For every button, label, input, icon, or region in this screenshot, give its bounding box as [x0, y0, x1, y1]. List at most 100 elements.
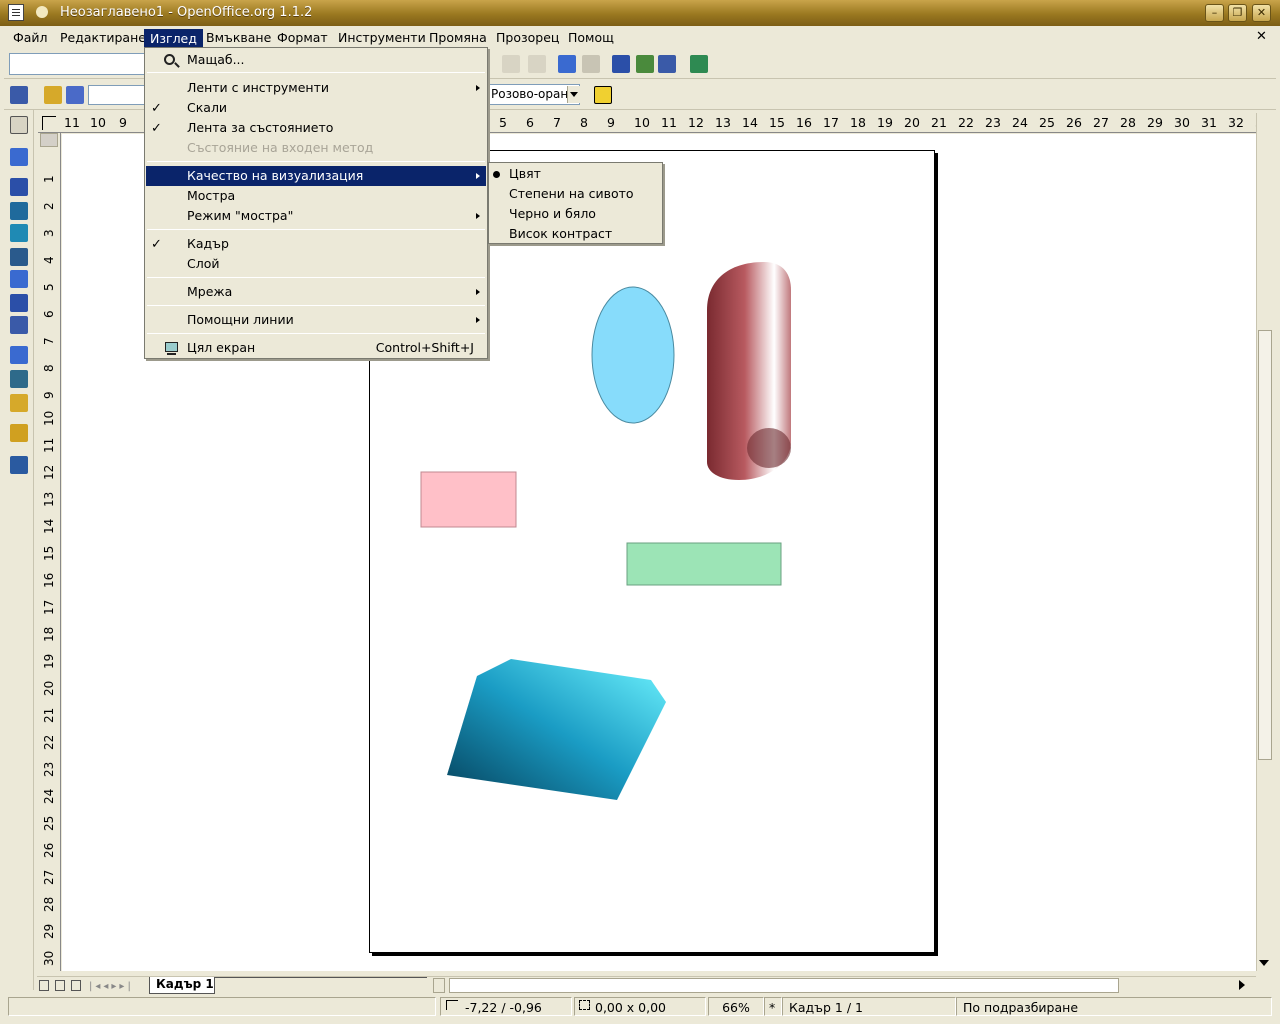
connector-icon[interactable] [10, 316, 28, 334]
vertical-scroll-thumb[interactable] [1258, 330, 1272, 760]
menu-item-black-white[interactable]: Черно и бяло [490, 204, 661, 224]
rotate-icon[interactable] [10, 346, 28, 364]
zoom-tool-icon[interactable] [10, 148, 28, 166]
ruler-tick: 18 [850, 115, 866, 130]
minimize-button[interactable]: – [1205, 4, 1224, 22]
alignment-icon[interactable] [10, 370, 28, 388]
menu-item-label: Степени на сивото [509, 186, 634, 201]
menu-file[interactable]: Файл [8, 29, 53, 47]
ruler-tick: 12 [688, 115, 704, 130]
ruler-tick: 22 [42, 734, 56, 750]
ellipse-shape[interactable] [591, 286, 675, 424]
scroll-left-icon[interactable] [433, 978, 445, 993]
ruler-tick: 23 [42, 761, 56, 777]
menu-item-preview-mode[interactable]: Режим "мостра" [146, 206, 486, 226]
tab-slide-1[interactable]: Кадър 1 [149, 977, 215, 994]
document-close-button[interactable]: ✕ [1256, 29, 1267, 44]
3d-objects-icon[interactable] [10, 248, 28, 266]
curve-tool-icon[interactable] [10, 270, 28, 288]
ruler-tick: 21 [42, 707, 56, 723]
drawing-view-icon[interactable] [39, 980, 49, 991]
menu-item-snap-lines[interactable]: Помощни линии [146, 310, 486, 330]
green-rectangle-shape[interactable] [626, 542, 782, 586]
menu-item-toolbars[interactable]: Ленти с инструменти [146, 78, 486, 98]
menu-item-zoom[interactable]: Мащаб... [146, 50, 486, 70]
url-field[interactable] [9, 53, 149, 75]
arrow-style-icon[interactable] [66, 86, 84, 104]
menu-window[interactable]: Прозорец [491, 29, 564, 47]
ruler-tick: 27 [42, 869, 56, 885]
ruler-tick: 23 [985, 115, 1001, 130]
cube-shape[interactable] [447, 659, 666, 800]
undo-icon[interactable] [558, 55, 576, 73]
submenu-arrow-icon [476, 317, 480, 323]
ruler-tick: 5 [42, 283, 56, 291]
pink-rectangle-shape[interactable] [420, 471, 517, 528]
ruler-tick: 28 [1120, 115, 1136, 130]
navigator-icon[interactable] [612, 55, 630, 73]
menu-view[interactable]: Изглед [144, 29, 203, 47]
tab-label: Кадър 1 [156, 977, 214, 991]
select-arrow-icon[interactable] [10, 116, 28, 134]
ruler-tick: 26 [1066, 115, 1082, 130]
stylist-icon[interactable] [636, 55, 654, 73]
layout-value: По подразбиране [963, 1000, 1079, 1015]
3d-controller-icon[interactable] [10, 456, 28, 474]
redo-icon[interactable] [582, 55, 600, 73]
menu-item-full-screen[interactable]: Цял екран Control+Shift+J [146, 338, 486, 358]
text-tool-icon[interactable] [10, 178, 28, 196]
ruler-tick: 11 [42, 437, 56, 453]
line-style-select[interactable] [88, 85, 150, 105]
notes-view-icon[interactable] [71, 980, 81, 991]
menu-item-color[interactable]: Цвят [490, 164, 661, 184]
menu-format[interactable]: Формат [272, 29, 333, 47]
submenu-arrow-icon [476, 213, 480, 219]
ruler-tick: 17 [823, 115, 839, 130]
scroll-down-icon[interactable] [1259, 960, 1269, 966]
ruler-tick: 21 [931, 115, 947, 130]
status-zoom[interactable]: 66% [708, 997, 764, 1016]
menu-help[interactable]: Помощ [563, 29, 619, 47]
edit-points-icon[interactable] [10, 86, 28, 104]
gallery-icon[interactable] [658, 55, 676, 73]
lines-arrows-icon[interactable] [10, 294, 28, 312]
line-icon[interactable] [44, 86, 62, 104]
menu-insert[interactable]: Вмъкване [201, 29, 276, 47]
status-bar: -7,22 / -0,96 0,00 x 0,00 66% * Кадър 1 … [4, 995, 1276, 1017]
arrange-icon[interactable] [10, 394, 28, 412]
copy-icon[interactable] [502, 55, 520, 73]
menu-item-preview[interactable]: Мостра [146, 186, 486, 206]
menu-item-high-contrast[interactable]: Висок контраст [490, 224, 661, 244]
effects-icon[interactable] [10, 424, 28, 442]
menu-item-label: Мащаб... [187, 52, 245, 67]
outline-view-icon[interactable] [55, 980, 65, 991]
ellipse-tool-icon[interactable] [10, 224, 28, 242]
menu-item-grayscale[interactable]: Степени на сивото [490, 184, 661, 204]
menu-item-input-method-status: Състояние на входен метод [146, 138, 486, 158]
menu-item-shortcut: Control+Shift+J [375, 340, 474, 355]
menu-separator [147, 305, 485, 306]
ruler-tick: 25 [42, 815, 56, 831]
pin-icon[interactable] [36, 6, 48, 18]
horizontal-scroll-thumb[interactable] [449, 978, 1119, 993]
paste-icon[interactable] [528, 55, 546, 73]
menu-item-layer[interactable]: Слой [146, 254, 486, 274]
menu-tools[interactable]: Инструменти [333, 29, 431, 47]
data-sources-icon[interactable] [690, 55, 708, 73]
maximize-button[interactable]: ❐ [1228, 4, 1247, 22]
menu-item-status-bar[interactable]: ✓ Лента за състоянието [146, 118, 486, 138]
rectangle-tool-icon[interactable] [10, 202, 28, 220]
menu-separator [147, 277, 485, 278]
menu-item-slide[interactable]: ✓ Кадър [146, 234, 486, 254]
menu-item-grid[interactable]: Мрежа [146, 282, 486, 302]
menu-item-rulers[interactable]: ✓ Скали [146, 98, 486, 118]
menu-modify[interactable]: Промяна [424, 29, 492, 47]
scroll-right-icon[interactable] [1239, 980, 1245, 990]
menu-item-label: Режим "мостра" [187, 208, 294, 223]
menu-edit[interactable]: Редактиране [55, 29, 151, 47]
shadow-icon[interactable] [594, 86, 612, 104]
app-icon[interactable] [8, 4, 24, 21]
tab-nav-arrows-icon[interactable]: |◂◂▸▸| [89, 981, 134, 992]
menu-item-display-quality[interactable]: Качество на визуализация [146, 166, 486, 186]
close-button[interactable]: ✕ [1252, 4, 1271, 22]
